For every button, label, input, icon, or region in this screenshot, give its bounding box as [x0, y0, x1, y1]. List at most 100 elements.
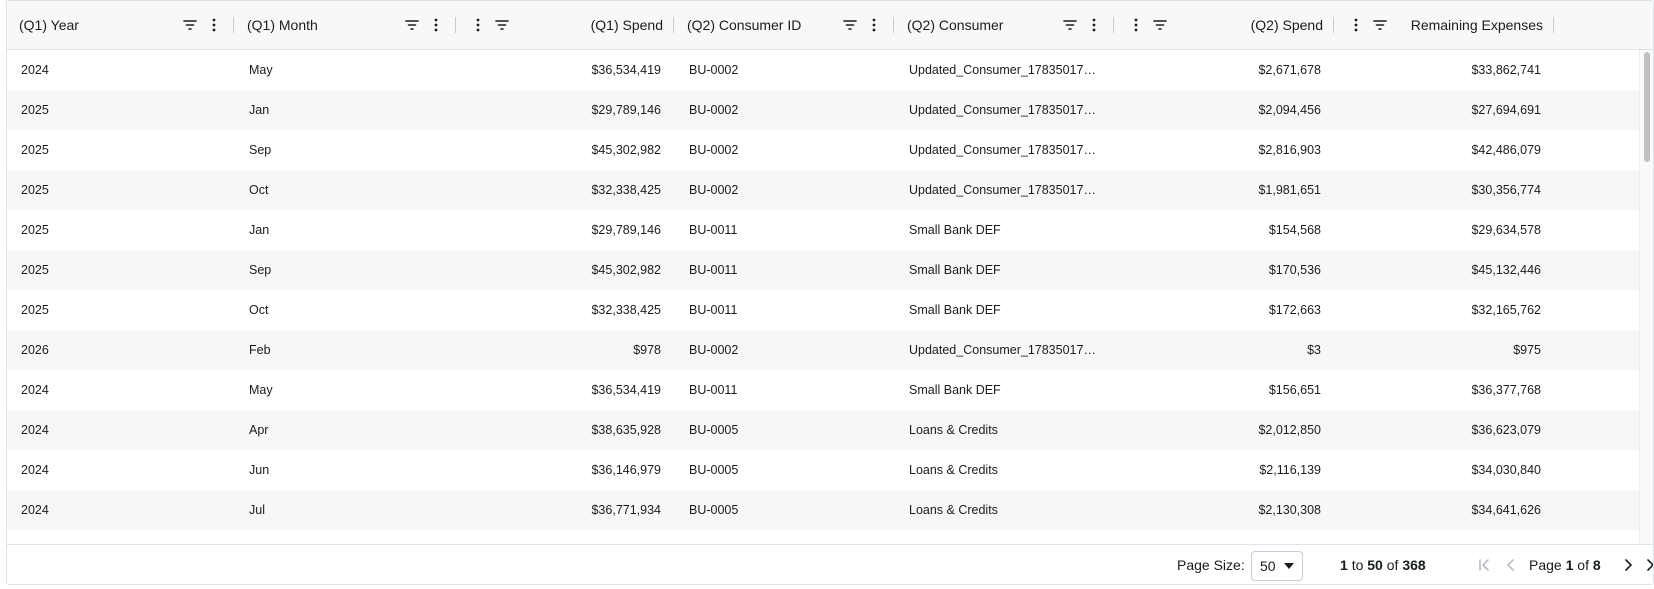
header-q1-spend[interactable]: (Q1) Spend: [457, 1, 675, 49]
cell-q2-spend[interactable]: $1,981,651: [1115, 170, 1335, 210]
vertical-scrollbar[interactable]: [1639, 50, 1653, 544]
cell-q1-spend[interactable]: $29,789,146: [457, 90, 675, 130]
cell-q2-consumer-id[interactable]: BU-0011: [675, 290, 895, 330]
cell-q2-spend[interactable]: $2,012,850: [1115, 410, 1335, 450]
filter-icon[interactable]: [841, 16, 859, 34]
cell-q2-spend[interactable]: $156,651: [1115, 370, 1335, 410]
cell-q1-spend[interactable]: $978: [457, 330, 675, 370]
cell-q1-month[interactable]: Feb: [235, 330, 457, 370]
table-row[interactable]: 2024 Jun $36,146,979 BU-0005 Loans & Credits…: [7, 450, 1640, 490]
cell-remaining-expenses[interactable]: $29,634,578: [1335, 210, 1555, 250]
header-remaining-expenses[interactable]: Remaining Expenses: [1335, 1, 1555, 49]
filter-icon[interactable]: [1371, 16, 1389, 34]
cell-q2-spend[interactable]: $3: [1115, 330, 1335, 370]
cell-q2-consumer[interactable]: Updated_Consumer_1783501749...: [895, 130, 1115, 170]
cell-q1-spend[interactable]: $29,789,146: [457, 210, 675, 250]
cell-q1-month[interactable]: May: [235, 50, 457, 90]
cell-q1-year[interactable]: 2024: [7, 50, 235, 90]
header-separator[interactable]: [893, 17, 894, 33]
first-page-icon[interactable]: [1475, 556, 1493, 574]
cell-q1-year[interactable]: 2024: [7, 410, 235, 450]
cell-q1-month[interactable]: Jul: [235, 490, 457, 530]
header-q2-consumer[interactable]: (Q2) Consumer: [895, 1, 1115, 49]
cell-q2-consumer[interactable]: Small Bank DEF: [895, 290, 1115, 330]
cell-remaining-expenses[interactable]: $42,486,079: [1335, 130, 1555, 170]
cell-q1-month[interactable]: Jan: [235, 210, 457, 250]
cell-q1-year[interactable]: 2024: [7, 450, 235, 490]
cell-q2-spend[interactable]: $2,816,903: [1115, 130, 1335, 170]
cell-q2-consumer-id[interactable]: BU-0011: [675, 370, 895, 410]
cell-q1-month[interactable]: Jun: [235, 450, 457, 490]
cell-q1-spend[interactable]: $45,302,982: [457, 250, 675, 290]
cell-remaining-expenses[interactable]: $36,623,079: [1335, 410, 1555, 450]
previous-page-icon[interactable]: [1502, 556, 1520, 574]
filter-icon[interactable]: [181, 16, 199, 34]
header-q2-consumer-id[interactable]: (Q2) Consumer ID: [675, 1, 895, 49]
cell-q1-year[interactable]: 2024: [7, 490, 235, 530]
cell-q2-spend[interactable]: $2,671,678: [1115, 50, 1335, 90]
table-row[interactable]: 2025 Jan $29,789,146 BU-0002 Updated_Consume…: [7, 90, 1640, 130]
cell-q1-year[interactable]: 2025: [7, 250, 235, 290]
cell-q2-spend[interactable]: $154,568: [1115, 210, 1335, 250]
cell-q2-consumer-id[interactable]: BU-0005: [675, 450, 895, 490]
table-row[interactable]: 2025 Oct $32,338,425 BU-0002 Updated_Consume…: [7, 170, 1640, 210]
cell-q2-consumer[interactable]: Updated_Consumer_1783501749...: [895, 170, 1115, 210]
cell-q1-spend[interactable]: $36,534,419: [457, 50, 675, 90]
cell-q1-month[interactable]: Oct: [235, 170, 457, 210]
cell-q1-spend[interactable]: $36,146,979: [457, 450, 675, 490]
cell-q1-year[interactable]: 2025: [7, 90, 235, 130]
cell-q1-month[interactable]: May: [235, 370, 457, 410]
filter-icon[interactable]: [403, 16, 421, 34]
cell-q2-consumer-id[interactable]: BU-0002: [675, 170, 895, 210]
cell-q2-consumer-id[interactable]: BU-0002: [675, 50, 895, 90]
cell-q1-spend[interactable]: $32,338,425: [457, 290, 675, 330]
cell-q2-consumer[interactable]: Updated_Consumer_1783501749...: [895, 50, 1115, 90]
filter-icon[interactable]: [1151, 16, 1169, 34]
cell-q1-month[interactable]: Sep: [235, 250, 457, 290]
cell-remaining-expenses[interactable]: $45,132,446: [1335, 250, 1555, 290]
cell-q2-consumer-id[interactable]: BU-0002: [675, 330, 895, 370]
cell-remaining-expenses[interactable]: $27,694,691: [1335, 90, 1555, 130]
header-q2-spend[interactable]: (Q2) Spend: [1115, 1, 1335, 49]
header-separator[interactable]: [1333, 17, 1334, 33]
cell-q1-spend[interactable]: $45,302,982: [457, 130, 675, 170]
table-row[interactable]: 2024 May $36,534,419 BU-0011 Small Bank DEF $…: [7, 370, 1640, 410]
cell-q2-consumer[interactable]: Loans & Credits: [895, 410, 1115, 450]
cell-remaining-expenses[interactable]: $975: [1335, 330, 1555, 370]
cell-q2-consumer-id[interactable]: BU-0011: [675, 210, 895, 250]
table-row[interactable]: 2025 Oct $32,338,425 BU-0011 Small Bank DEF $…: [7, 290, 1640, 330]
header-q1-month[interactable]: (Q1) Month: [235, 1, 457, 49]
cell-q1-month[interactable]: Oct: [235, 290, 457, 330]
table-row[interactable]: 2024 May $36,534,419 BU-0002 Updated_Consume…: [7, 50, 1640, 90]
cell-remaining-expenses[interactable]: $34,030,840: [1335, 450, 1555, 490]
table-row[interactable]: 2025 Jan $29,789,146 BU-0011 Small Bank DEF $…: [7, 210, 1640, 250]
cell-q1-spend[interactable]: $36,771,934: [457, 490, 675, 530]
cell-q1-spend[interactable]: $38,635,928: [457, 410, 675, 450]
cell-q2-spend[interactable]: $170,536: [1115, 250, 1335, 290]
header-separator[interactable]: [1113, 17, 1114, 33]
cell-q2-spend[interactable]: $2,116,139: [1115, 450, 1335, 490]
cell-q1-month[interactable]: Apr: [235, 410, 457, 450]
cell-q2-consumer[interactable]: Updated_Consumer_1783501749...: [895, 90, 1115, 130]
menu-dots-icon[interactable]: [205, 16, 223, 34]
cell-q2-consumer[interactable]: Loans & Credits: [895, 450, 1115, 490]
cell-q2-consumer-id[interactable]: BU-0002: [675, 90, 895, 130]
menu-dots-icon[interactable]: [427, 16, 445, 34]
cell-q1-year[interactable]: 2024: [7, 370, 235, 410]
next-page-icon[interactable]: [1619, 556, 1637, 574]
cell-q1-year[interactable]: 2025: [7, 210, 235, 250]
header-separator[interactable]: [673, 17, 674, 33]
menu-dots-icon[interactable]: [469, 16, 487, 34]
cell-q1-month[interactable]: Sep: [235, 130, 457, 170]
cell-q1-month[interactable]: Jan: [235, 90, 457, 130]
cell-q1-year[interactable]: 2025: [7, 170, 235, 210]
cell-q2-spend[interactable]: $172,663: [1115, 290, 1335, 330]
cell-q2-spend[interactable]: $2,130,308: [1115, 490, 1335, 530]
scrollbar-thumb[interactable]: [1644, 52, 1650, 162]
last-page-icon[interactable]: [1643, 556, 1653, 574]
cell-q2-consumer[interactable]: Small Bank DEF: [895, 370, 1115, 410]
cell-q2-consumer[interactable]: Small Bank DEF: [895, 250, 1115, 290]
cell-remaining-expenses[interactable]: $30,356,774: [1335, 170, 1555, 210]
cell-q2-consumer[interactable]: Loans & Credits: [895, 490, 1115, 530]
cell-q1-year[interactable]: 2025: [7, 290, 235, 330]
